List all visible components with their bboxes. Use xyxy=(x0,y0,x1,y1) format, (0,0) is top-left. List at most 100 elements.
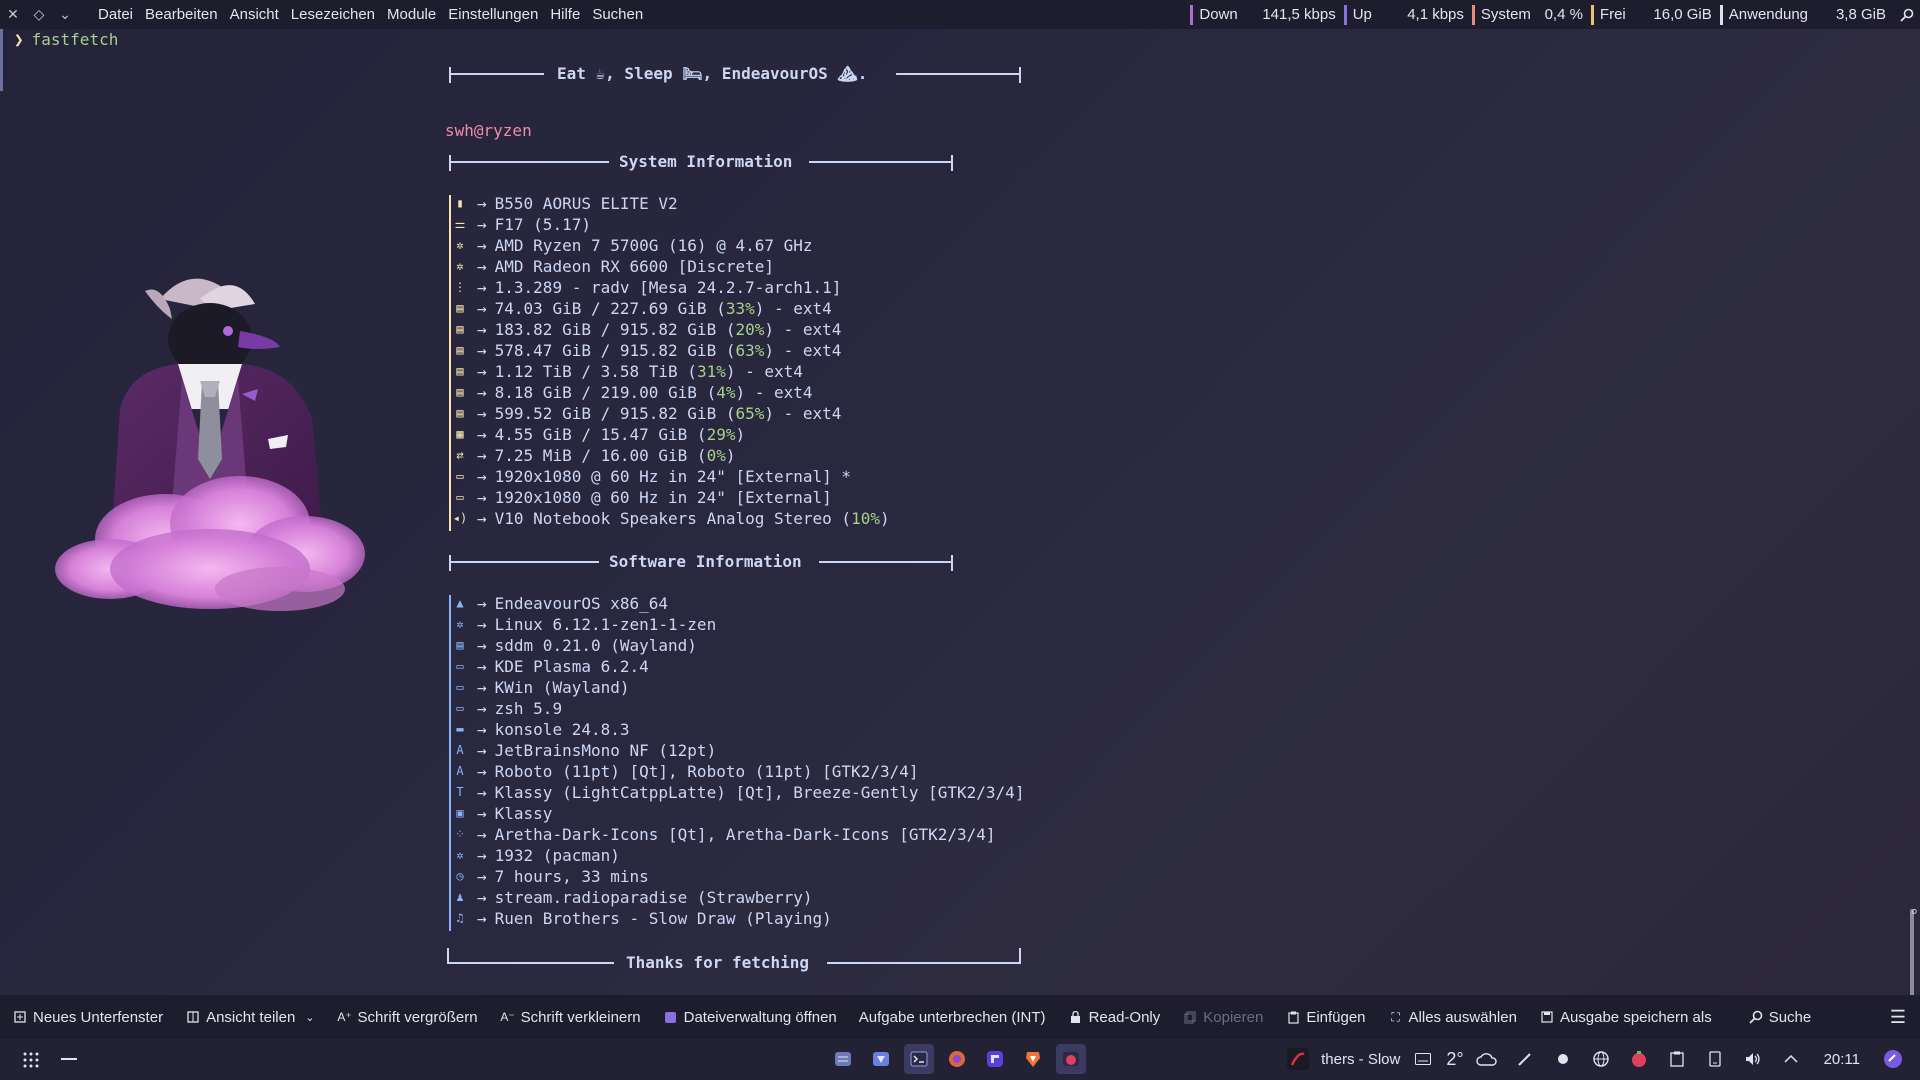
monitor-label: Up xyxy=(1352,6,1372,23)
menu-module[interactable]: Module xyxy=(381,0,442,29)
clipboard-icon[interactable] xyxy=(1662,1044,1692,1074)
terminal-view[interactable]: ❯ fastfetch Eat ☕, Sleep 🛏, EndeavourOS … xyxy=(0,29,1920,1008)
file-manager-button[interactable]: Dateiverwaltung öffnen xyxy=(663,1009,837,1026)
chevron-down-icon[interactable]: ⌄ xyxy=(52,0,78,29)
interrupt-button[interactable]: Aufgabe unterbrechen (INT) xyxy=(859,1009,1046,1026)
strawberry-tray-icon[interactable] xyxy=(1624,1044,1654,1074)
system-value: 1920x1080 @ 60 Hz in 24" [External] * xyxy=(494,467,852,486)
media-player-icon[interactable] xyxy=(1283,1044,1313,1074)
system-line: ▤ → 1.12 TiB / 3.58 TiB (31%) - ext4 xyxy=(449,361,803,382)
menu-ansicht[interactable]: Ansicht xyxy=(224,0,285,29)
monitor-up[interactable]: Up 4,1 kbps xyxy=(1343,0,1472,29)
software-line: T → Klassy (LightCatppLatte) [Qt], Breeze-… xyxy=(449,782,1024,803)
system-line: ✲ → AMD Ryzen 7 5700G (16) @ 4.67 GHz xyxy=(449,235,812,256)
menu-hilfe[interactable]: Hilfe xyxy=(544,0,586,29)
search-icon xyxy=(1748,1009,1764,1025)
title-menu-bar: ✕ ◇ ⌄ Datei Bearbeiten Ansicht Lesezeich… xyxy=(0,0,1920,29)
monitor-system[interactable]: System 0,4 % xyxy=(1471,0,1591,29)
software-value: sddm 0.21.0 (Wayland) xyxy=(494,636,697,655)
task-firefox-icon[interactable] xyxy=(942,1044,972,1074)
menu-einstellungen[interactable]: Einstellungen xyxy=(442,0,544,29)
menu-suchen[interactable]: Suchen xyxy=(586,0,649,29)
search-icon[interactable] xyxy=(1894,8,1920,22)
task-app-icon[interactable] xyxy=(980,1044,1010,1074)
font-decrease-button[interactable]: A⁻ Schrift verkleinern xyxy=(500,1009,640,1026)
value-text: ) xyxy=(735,425,746,444)
cpu-icon: ✲ xyxy=(456,238,464,252)
system-value: 1.3.289 - radv [Mesa 24.2.7-arch1.1] xyxy=(494,278,842,297)
arrow: → xyxy=(477,762,487,781)
software-line: ✲ → Linux 6.12.1-zen1-1-zen xyxy=(449,614,716,635)
system-value: 1920x1080 @ 60 Hz in 24" [External] xyxy=(494,488,832,507)
paste-label: Einfügen xyxy=(1306,1008,1366,1026)
system-value: 4.55 GiB / 15.47 GiB (29%) xyxy=(495,424,745,445)
save-output-button[interactable]: Ausgabe speichern als xyxy=(1539,1009,1712,1026)
minimize-all-icon[interactable] xyxy=(54,1045,84,1075)
percent-value: 31% xyxy=(696,362,726,381)
scrollbar[interactable] xyxy=(1910,909,1914,999)
software-value: Klassy (LightCatppLatte) [Qt], Breeze-Ge… xyxy=(494,783,1025,802)
swap-icon: ⇄ xyxy=(456,448,464,462)
hamburger-menu-icon[interactable]: ☰ xyxy=(1890,1007,1906,1028)
software-value: 7 hours, 33 mins xyxy=(494,867,649,886)
software-line: ◷ → 7 hours, 33 mins xyxy=(449,866,649,887)
system-value: AMD Radeon RX 6600 [Discrete] xyxy=(494,257,774,276)
read-only-button[interactable]: Read-Only xyxy=(1068,1009,1160,1026)
pin-icon[interactable]: ◇ xyxy=(26,0,52,29)
notifications-icon[interactable] xyxy=(1878,1044,1908,1074)
weather-cloud-icon[interactable] xyxy=(1472,1044,1502,1074)
software-line: ⁘ → Aretha-Dark-Icons [Qt], Aretha-Dark-Ic… xyxy=(449,824,996,845)
monitor-value: 0,4 % xyxy=(1544,6,1583,23)
task-konsole-icon[interactable] xyxy=(904,1044,934,1074)
arrow: → xyxy=(477,467,487,486)
select-all-button[interactable]: ⛶ Alles auswählen xyxy=(1388,1009,1517,1026)
search-button[interactable]: Suche xyxy=(1748,1009,1811,1026)
arrow: → xyxy=(477,888,487,907)
copy-button[interactable]: Kopieren xyxy=(1182,1009,1263,1026)
app-launcher-icon[interactable] xyxy=(16,1045,46,1075)
split-view-button[interactable]: Ansicht teilen ⌄ xyxy=(185,1009,315,1026)
task-settings-icon[interactable] xyxy=(828,1044,858,1074)
weather-temperature[interactable]: 2° xyxy=(1446,1049,1463,1070)
monitor-anwendung[interactable]: Anwendung 3,8 GiB xyxy=(1719,0,1894,29)
new-tab-button[interactable]: Neues Unterfenster xyxy=(12,1009,163,1026)
device-icon[interactable] xyxy=(1700,1044,1730,1074)
volume-icon[interactable] xyxy=(1738,1044,1768,1074)
menu-bearbeiten[interactable]: Bearbeiten xyxy=(139,0,224,29)
font-increase-button[interactable]: A⁺ Schrift vergrößern xyxy=(337,1009,477,1026)
clock[interactable]: 20:11 xyxy=(1824,1051,1860,1068)
paste-button[interactable]: Einfügen xyxy=(1285,1008,1366,1026)
menu-datei[interactable]: Datei xyxy=(92,0,139,29)
task-brave-icon[interactable] xyxy=(1018,1044,1048,1074)
arrow: → xyxy=(477,741,487,760)
arrow: → xyxy=(477,657,487,676)
task-strawberry-icon[interactable] xyxy=(1056,1044,1086,1074)
task-dolphin-icon[interactable] xyxy=(866,1044,896,1074)
arrow: → xyxy=(477,909,487,928)
network-globe-icon[interactable] xyxy=(1586,1044,1616,1074)
chevron-up-icon[interactable] xyxy=(1776,1044,1806,1074)
media-title[interactable]: thers - Slow xyxy=(1321,1051,1400,1068)
record-icon[interactable] xyxy=(1548,1044,1578,1074)
system-value: 1.12 TiB / 3.58 TiB (31%) - ext4 xyxy=(495,361,803,382)
arrow: → xyxy=(477,320,487,339)
prompt-symbol: ❯ xyxy=(14,30,24,49)
input-method-icon[interactable] xyxy=(1408,1044,1438,1074)
prompt-accent-bar xyxy=(0,29,3,91)
chevron-down-icon[interactable]: ⌄ xyxy=(305,1011,314,1024)
value-text: ) - ext4 xyxy=(735,383,813,402)
software-line: A → JetBrainsMono NF (12pt) xyxy=(449,740,716,761)
pen-icon[interactable] xyxy=(1510,1044,1540,1074)
scroll-search-icon[interactable]: ⌕ xyxy=(1910,905,1918,920)
monitor-frei[interactable]: Frei 16,0 GiB xyxy=(1590,0,1720,29)
system-value: B550 AORUS ELITE V2 xyxy=(494,194,678,213)
terminal-icon: ▬ xyxy=(456,722,464,736)
menu-lesezeichen[interactable]: Lesezeichen xyxy=(285,0,381,29)
system-line: ▤ → 183.82 GiB / 915.82 GiB (20%) - ext4 xyxy=(449,319,841,340)
monitor-down[interactable]: Down 141,5 kbps xyxy=(1190,0,1343,29)
kernel-icon: ✲ xyxy=(456,617,464,631)
percent-value: 63% xyxy=(735,341,765,360)
software-line: ▤ → sddm 0.21.0 (Wayland) xyxy=(449,635,697,656)
system-tray: thers - Slow 2° 20:11 xyxy=(1283,1044,1908,1074)
close-icon[interactable]: ✕ xyxy=(0,0,26,29)
